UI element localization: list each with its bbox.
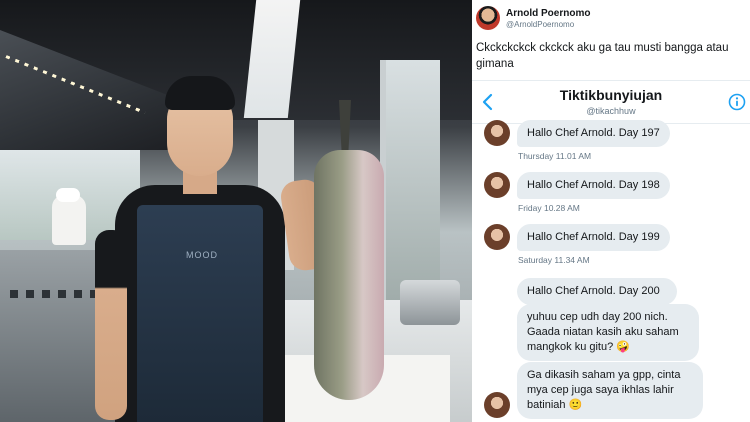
kitchen-window-right [380,60,440,310]
message-bubble: Ga dikasih saham ya gpp, cinta mya cep j… [517,362,703,419]
steel-pot [400,280,460,325]
screenshot-panel: Arnold Poernomo @ArnoldPoernomo Ckckckck… [472,0,750,422]
message-bubble: Hallo Chef Arnold. Day 198 [517,172,670,199]
chef-left-arm [95,230,127,420]
chef-hair [165,76,235,110]
message-bubble: Hallo Chef Arnold. Day 199 [517,224,670,251]
tweet-header: Arnold Poernomo @ArnoldPoernomo [476,6,746,32]
tweet-author-name[interactable]: Arnold Poernomo [506,8,590,19]
info-icon[interactable] [728,93,746,111]
chef-apron [137,205,263,422]
message-timestamp: Friday 10.28 AM [518,203,580,213]
dm-contact-name: Tiktikbunyiujan [559,87,663,103]
background-chef-hat [56,188,80,202]
tweet-text: Ckckckckck ckckck aku ga tau musti bangg… [476,42,729,70]
dm-contact-handle: @tikachhuw [586,106,636,116]
avatar[interactable] [484,392,510,418]
apron-logo: MOOD [186,250,218,260]
background-chef [52,195,86,245]
message-bubble: Hallo Chef Arnold. Day 200 [517,278,677,305]
tweet-author-handle[interactable]: @ArnoldPoernomo [506,20,574,29]
chef-photo: MOOD [0,0,472,422]
message-bubble: yuhuu cep udh day 200 nich. Gaada niatan… [517,304,699,361]
avatar[interactable] [484,120,510,146]
message-timestamp: Thursday 11.01 AM [518,151,592,161]
avatar[interactable] [484,172,510,198]
message-bubble: Hallo Chef Arnold. Day 197 [517,120,670,147]
chef-person: MOOD [95,70,365,422]
avatar[interactable] [476,6,500,30]
dm-header: Tiktikbunyiujan @tikachhuw [472,80,750,124]
fish [314,150,384,400]
message-timestamp: Saturday 11.34 AM [518,255,590,265]
avatar[interactable] [484,224,510,250]
